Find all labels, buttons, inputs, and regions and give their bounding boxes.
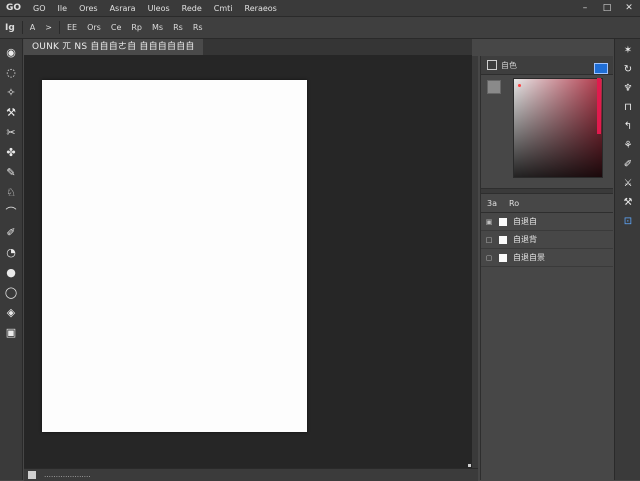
maximize-icon[interactable]: □ bbox=[596, 3, 618, 13]
tab-channels[interactable]: Ro bbox=[503, 199, 525, 208]
divider bbox=[21, 21, 23, 34]
properties-icon[interactable]: ⊡ bbox=[615, 214, 640, 229]
menu-item[interactable]: Reraeos bbox=[239, 4, 283, 13]
actions-icon[interactable]: ♆ bbox=[615, 81, 640, 96]
panels-dock: 自色 3a Ro ▣ 自退自 □ 自退背 ▢ 自退自景 bbox=[480, 56, 613, 480]
crop-tool-icon[interactable]: ⚒ bbox=[0, 104, 22, 121]
visibility-icon[interactable]: □ bbox=[481, 236, 497, 244]
brush-tool-icon[interactable]: ✎ bbox=[0, 164, 22, 181]
color-picker-marker[interactable] bbox=[518, 84, 521, 87]
close-icon[interactable]: ✕ bbox=[618, 3, 640, 13]
layer-thumbnail bbox=[499, 235, 507, 244]
lasso-tool-icon[interactable]: ◌ bbox=[0, 64, 22, 81]
paragraph-icon[interactable]: ⊓ bbox=[615, 100, 640, 115]
layer-name: 自退背 bbox=[513, 235, 537, 244]
history-icon[interactable]: ↻ bbox=[615, 62, 640, 77]
option-item[interactable]: A bbox=[25, 23, 40, 32]
undo-icon[interactable]: ↰ bbox=[615, 119, 640, 134]
brush-presets-icon[interactable]: ✶ bbox=[615, 43, 640, 58]
minimize-icon[interactable]: – bbox=[574, 3, 596, 13]
eraser-tool-icon[interactable]: ⌒ bbox=[0, 204, 22, 221]
color-panel: 自色 bbox=[481, 56, 613, 188]
menu-bar: GO GO Ile Ores Asrara Uleos Rede Cmti Re… bbox=[0, 0, 640, 17]
tab-layers[interactable]: 3a bbox=[481, 199, 503, 208]
status-icon bbox=[28, 471, 36, 479]
tool-presets-icon[interactable]: ⚔ bbox=[615, 176, 640, 191]
panel-menu-icon[interactable] bbox=[487, 60, 497, 70]
layer-row[interactable]: ▣ 自退自 bbox=[481, 213, 613, 231]
hand-tool-icon[interactable]: ◈ bbox=[0, 304, 22, 321]
document-tab-bar: OUNK ㄫ NS 自自自ㄜ自 自自自自自自 bbox=[24, 39, 472, 56]
pen-options-icon[interactable]: ✐ bbox=[615, 157, 640, 172]
option-item[interactable]: Ce bbox=[106, 23, 127, 32]
visibility-icon[interactable]: ▢ bbox=[481, 254, 497, 262]
option-item[interactable]: Rp bbox=[126, 23, 147, 32]
current-tool-icon[interactable]: Ig bbox=[0, 23, 20, 33]
status-text: ‥‥‥‥‥‥‥‥‥‥ bbox=[44, 471, 91, 479]
active-color-swatch[interactable] bbox=[594, 63, 608, 74]
option-item[interactable]: Ors bbox=[82, 23, 106, 32]
magic-wand-icon[interactable]: ✧ bbox=[0, 84, 22, 101]
canvas-area[interactable] bbox=[24, 56, 472, 468]
healing-brush-icon[interactable]: ✤ bbox=[0, 144, 22, 161]
menu-item[interactable]: Rede bbox=[176, 4, 208, 13]
right-icon-bar: ✶ ↻ ♆ ⊓ ↰ ⚘ ✐ ⚔ ⚒ ⊡ bbox=[614, 39, 640, 480]
status-bar: ‥‥‥‥‥‥‥‥‥‥ bbox=[24, 468, 478, 481]
option-item[interactable]: Rs bbox=[188, 23, 208, 32]
color-panel-title: 自色 bbox=[501, 60, 517, 70]
move-tool-icon[interactable]: ◉ bbox=[0, 44, 22, 61]
vertical-scrollbar[interactable] bbox=[472, 56, 478, 468]
menu-item[interactable]: Ile bbox=[52, 4, 74, 13]
visibility-icon[interactable]: ▣ bbox=[481, 218, 497, 226]
layer-thumbnail bbox=[499, 253, 507, 262]
pen-tool-icon[interactable]: ✐ bbox=[0, 224, 22, 241]
option-item[interactable]: EE bbox=[62, 23, 82, 32]
menu-item[interactable]: Uleos bbox=[142, 4, 176, 13]
menu-item[interactable]: Ores bbox=[73, 4, 104, 13]
layer-row[interactable]: □ 自退背 bbox=[481, 231, 613, 249]
option-item[interactable]: Rs bbox=[168, 23, 188, 32]
ellipse-tool-icon[interactable]: ◯ bbox=[0, 284, 22, 301]
window-controls: – □ ✕ bbox=[574, 3, 640, 13]
clone-stamp-icon[interactable]: ♘ bbox=[0, 184, 22, 201]
foreground-color-swatch[interactable] bbox=[487, 80, 501, 94]
layers-panel-header: 3a Ro bbox=[481, 194, 613, 213]
hue-slider[interactable] bbox=[597, 78, 601, 134]
menu-item[interactable]: Asrara bbox=[104, 4, 142, 13]
resize-handle[interactable] bbox=[468, 464, 471, 467]
layer-name: 自退自景 bbox=[513, 253, 545, 262]
options-bar: Ig A > EE Ors Ce Rp Ms Rs Rs bbox=[0, 17, 640, 39]
app-logo[interactable]: GO bbox=[0, 3, 27, 13]
color-picker-field[interactable] bbox=[513, 78, 603, 178]
styles-icon[interactable]: ⚘ bbox=[615, 138, 640, 153]
shape-tool-icon[interactable]: ● bbox=[0, 264, 22, 281]
option-item[interactable]: > bbox=[40, 23, 57, 32]
layer-name: 自退自 bbox=[513, 217, 537, 226]
menu-item[interactable]: GO bbox=[27, 4, 52, 13]
layer-thumbnail bbox=[499, 217, 507, 226]
clone-source-icon[interactable]: ⚒ bbox=[615, 195, 640, 210]
menu-item[interactable]: Cmti bbox=[208, 4, 239, 13]
layers-panel: 3a Ro ▣ 自退自 □ 自退背 ▢ 自退自景 bbox=[481, 194, 613, 267]
zoom-tool-icon[interactable]: ▣ bbox=[0, 324, 22, 341]
tools-panel: ◉ ◌ ✧ ⚒ ✂ ✤ ✎ ♘ ⌒ ✐ ◔ ● ◯ ◈ ▣ bbox=[0, 39, 23, 480]
option-item[interactable]: Ms bbox=[147, 23, 168, 32]
layer-row[interactable]: ▢ 自退自景 bbox=[481, 249, 613, 267]
document-tab[interactable]: OUNK ㄫ NS 自自自ㄜ自 自自自自自自 bbox=[24, 39, 203, 55]
dodge-tool-icon[interactable]: ◔ bbox=[0, 244, 22, 261]
divider bbox=[58, 21, 60, 34]
slice-tool-icon[interactable]: ✂ bbox=[0, 124, 22, 141]
document-canvas[interactable] bbox=[42, 80, 307, 432]
